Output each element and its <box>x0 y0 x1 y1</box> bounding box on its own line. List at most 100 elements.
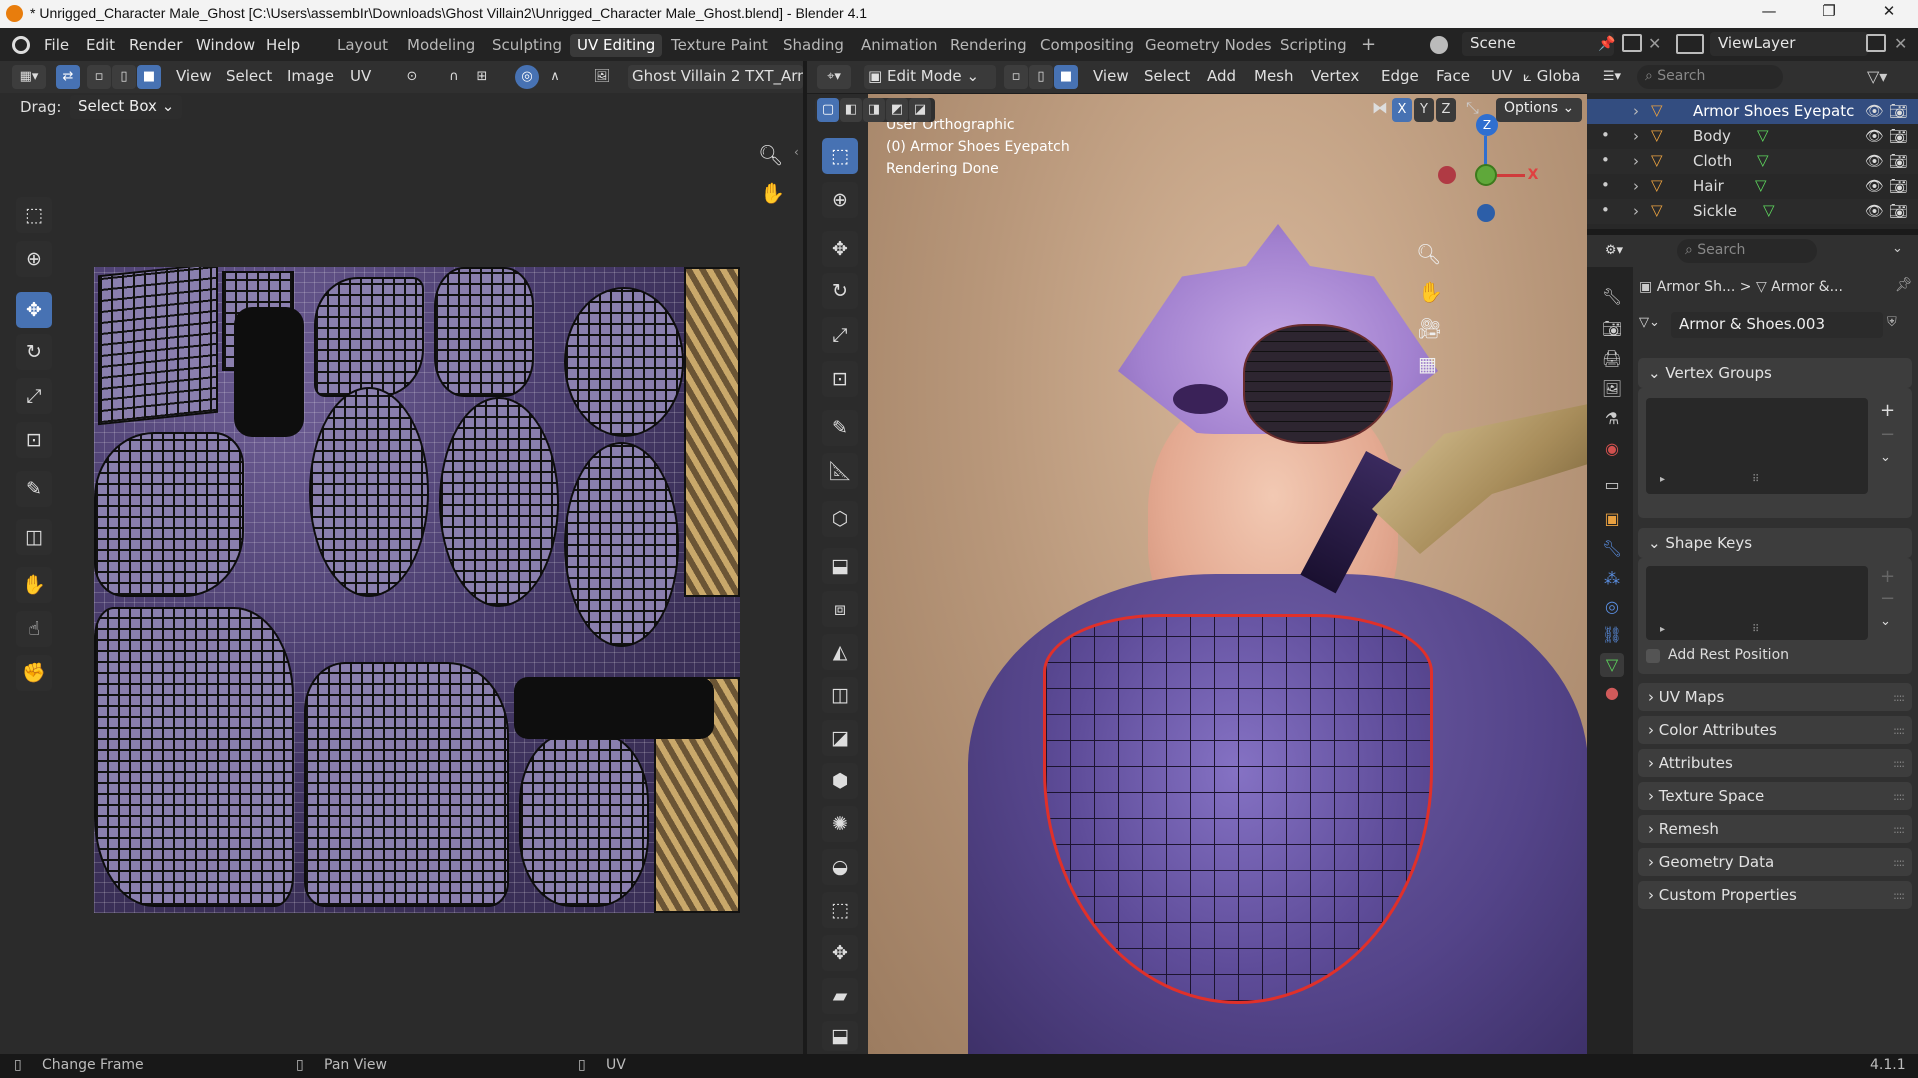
close-button[interactable]: ✕ <box>1866 2 1912 26</box>
blender-menu-icon[interactable] <box>12 36 30 54</box>
texture-space-panel-header[interactable]: › Texture Space:::: <box>1638 782 1912 810</box>
view-layer-icon[interactable] <box>1676 34 1704 54</box>
minimize-button[interactable]: — <box>1746 2 1792 26</box>
uv-island[interactable] <box>564 442 679 647</box>
menu-file[interactable]: File <box>44 36 69 54</box>
mesh-data-tab-icon[interactable]: ▽ <box>1600 653 1624 677</box>
transform-orientation-dropdown[interactable]: ⟀ Globa <box>1519 65 1587 89</box>
pan-hand-icon[interactable]: ✋ <box>760 181 785 205</box>
editor-type-icon[interactable]: ⚙▾ <box>1597 239 1631 263</box>
select-extend-icon[interactable]: ◧ <box>840 98 862 122</box>
falloff-icon[interactable]: ∧ <box>543 65 567 89</box>
outliner-row[interactable]: • › ▽ Body ▽ 👁︎ 📷︎ <box>1587 124 1918 149</box>
mesh-name-field[interactable]: Armor & Shoes.003 <box>1671 312 1883 338</box>
drag-grip-icon[interactable]: :::: <box>1893 889 1905 902</box>
tab-uv-editing[interactable]: UV Editing <box>570 34 663 57</box>
render-tab-icon[interactable]: 📷︎ <box>1600 317 1624 341</box>
expand-arrow-icon[interactable]: › <box>1633 177 1639 195</box>
transform-tool-icon[interactable]: ⊡ <box>16 422 52 458</box>
uv-menu-view[interactable]: View <box>172 65 216 89</box>
extrude-tool-icon[interactable]: ⬓ <box>822 548 858 584</box>
outliner-row[interactable]: • › ▽ Cloth ▽ 👁︎ 📷︎ <box>1587 149 1918 174</box>
tab-shading[interactable]: Shading <box>776 34 851 57</box>
drag-grip-icon[interactable]: :::: <box>1893 757 1905 770</box>
annotate-tool-icon[interactable]: ✎ <box>16 471 52 507</box>
tab-layout[interactable]: Layout <box>330 34 395 57</box>
select-box-tool-icon[interactable]: ⬚ <box>16 197 52 233</box>
chevron-down-icon[interactable]: ⌄ <box>1892 241 1903 256</box>
pin-icon[interactable]: 📌︎ <box>1895 277 1913 293</box>
delete-view-layer-icon[interactable]: ✕ <box>1894 34 1907 53</box>
image-name-field[interactable]: Ghost Villain 2 TXT_Armor <box>628 65 803 89</box>
physics-tab-icon[interactable]: ◎ <box>1600 595 1624 619</box>
vertex-groups-panel-header[interactable]: ⌄ Vertex Groups <box>1638 358 1912 388</box>
add-cube-tool-icon[interactable]: ⬡ <box>822 501 858 537</box>
gizmo-neg-x-axis[interactable] <box>1438 166 1456 184</box>
remove-vertex-group-icon[interactable]: − <box>1880 424 1895 445</box>
tool-tab-icon[interactable]: 🔧︎ <box>1600 285 1624 309</box>
smooth-tool-icon[interactable]: ◒ <box>822 849 858 885</box>
visibility-eye-icon[interactable]: 👁︎ <box>1865 177 1884 195</box>
tab-modeling[interactable]: Modeling <box>400 34 482 57</box>
transform-tool-icon[interactable]: ⊡ <box>822 361 858 397</box>
material-tab-icon[interactable]: ● <box>1600 681 1624 705</box>
uv-maps-panel-header[interactable]: › UV Maps:::: <box>1638 683 1912 711</box>
auto-merge-icon[interactable]: ⤡ <box>1466 98 1479 118</box>
rip-tool-icon[interactable]: ◫ <box>16 519 52 555</box>
render-camera-icon[interactable]: 📷︎ <box>1889 202 1908 220</box>
shear-tool-icon[interactable]: ▰ <box>822 978 858 1014</box>
uv-island[interactable] <box>434 267 534 397</box>
editor-type-icon[interactable]: ⌖▾ <box>817 65 851 89</box>
expand-arrow-icon[interactable]: › <box>1633 202 1639 220</box>
menu-edit[interactable]: Edit <box>86 36 115 54</box>
pinch-tool-icon[interactable]: ✊ <box>16 655 52 691</box>
edge-select-icon[interactable]: ▯ <box>112 65 136 89</box>
annotate-tool-icon[interactable]: ✎ <box>822 410 858 446</box>
zoom-icon[interactable]: 🔍︎ <box>1416 242 1441 266</box>
view-layer-selector[interactable]: ViewLayer <box>1710 32 1868 56</box>
vertex-select-icon[interactable]: ▫ <box>87 65 111 89</box>
editor-type-icon[interactable]: ☰▾ <box>1595 65 1629 89</box>
uv-dense-strip[interactable] <box>514 677 714 739</box>
breadcrumb-object[interactable]: Armor Sh... <box>1657 279 1736 295</box>
drag-grip-icon[interactable]: :::: <box>1893 790 1905 803</box>
move-tool-icon[interactable]: ✥ <box>16 292 52 328</box>
spin-tool-icon[interactable]: ✺ <box>822 806 858 842</box>
uv-island[interactable] <box>519 732 649 907</box>
visibility-eye-icon[interactable]: 👁︎ <box>1865 152 1884 170</box>
vp-menu-add[interactable]: Add <box>1203 65 1240 89</box>
mirror-icon[interactable]: ⧓ <box>1372 98 1392 122</box>
editor-type-icon[interactable]: ▦▾ <box>12 65 46 89</box>
select-new-icon[interactable]: ▢ <box>817 98 839 122</box>
gizmo-y-axis[interactable] <box>1475 164 1497 186</box>
tab-animation[interactable]: Animation <box>854 34 944 57</box>
object-tab-icon[interactable]: ▣ <box>1600 507 1624 531</box>
chevron-down-icon[interactable]: ⌄ <box>1880 614 1891 629</box>
camera-view-icon[interactable]: 🎥︎ <box>1417 316 1442 340</box>
delete-scene-icon[interactable]: ✕ <box>1648 34 1661 53</box>
mode-dropdown[interactable]: ▣ Edit Mode ⌄ <box>864 65 996 89</box>
list-expand-icon[interactable]: ▸ <box>1660 474 1665 485</box>
vp-menu-view[interactable]: View <box>1089 65 1133 89</box>
filter-icon[interactable]: ▽▾ <box>1867 67 1887 86</box>
eyepatch-mesh[interactable] <box>1243 324 1393 444</box>
scene-tab-icon[interactable]: ⚗︎ <box>1600 407 1624 431</box>
bevel-tool-icon[interactable]: ◭ <box>822 634 858 670</box>
pan-hand-icon[interactable]: ✋ <box>1418 280 1443 304</box>
select-intersect-icon[interactable]: ◪ <box>909 98 931 122</box>
chevron-down-icon[interactable]: ⌄ <box>1880 450 1891 465</box>
tab-geometry-nodes[interactable]: Geometry Nodes <box>1138 34 1279 57</box>
uv-island[interactable] <box>564 287 684 437</box>
drag-select-dropdown[interactable]: Select Box ⌄ <box>70 95 183 119</box>
sidebar-toggle-icon[interactable]: ‹ <box>794 145 799 159</box>
poly-build-tool-icon[interactable]: ⬢ <box>822 763 858 799</box>
gizmo-x-axis[interactable]: X <box>1522 164 1544 186</box>
scale-tool-icon[interactable]: ⤢ <box>16 378 52 414</box>
mesh-browse-icon[interactable]: ▽⌄ <box>1639 315 1660 330</box>
options-dropdown[interactable]: Options ⌄ <box>1496 98 1583 122</box>
uv-texture-canvas[interactable] <box>94 267 740 913</box>
view-layer-tab-icon[interactable]: 🖼︎ <box>1600 377 1624 401</box>
gizmo-z-axis[interactable]: Z <box>1476 114 1498 136</box>
collection-tab-icon[interactable]: ▭ <box>1600 473 1624 497</box>
uv-island[interactable] <box>94 607 294 907</box>
